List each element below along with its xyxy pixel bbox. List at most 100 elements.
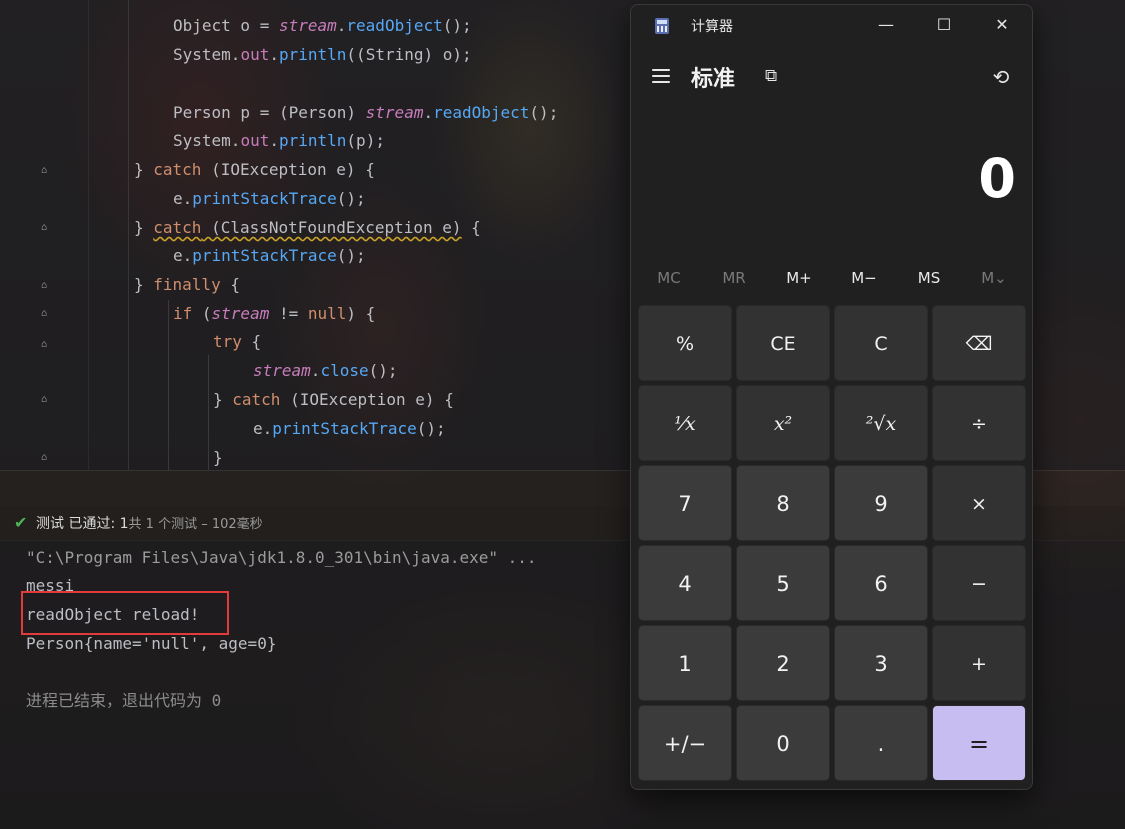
code-line: Object o = stream.readObject(); [173,13,472,39]
code-line: if (stream != null) { [173,301,375,327]
key-7[interactable]: 7 [638,465,732,541]
key-6[interactable]: 6 [834,545,928,621]
keep-on-top-icon[interactable]: ⧉ [765,66,785,86]
code-token: (); [336,189,366,208]
key-plus[interactable]: + [932,625,1026,701]
code-token: . [423,103,434,122]
memory-button-m[interactable]: M− [832,263,896,293]
gutter-border [88,0,89,470]
key-4[interactable]: 4 [638,545,732,621]
indent-guide [128,0,129,470]
key-minus[interactable]: − [932,545,1026,621]
key-2[interactable]: 2 [736,625,830,701]
code-line: System.out.println(p); [173,128,385,154]
code-token: } [134,160,154,179]
key-equals[interactable]: = [932,705,1026,781]
code-token: e. [173,189,193,208]
key-1[interactable]: 1 [638,625,732,701]
memory-button-ms[interactable]: MS [897,263,961,293]
fold-marker-icon[interactable]: ⌂ [38,165,50,176]
code-token: ( [192,304,212,323]
calculator-mode-title: 标准 [691,67,736,92]
code-line: } catch (ClassNotFoundException e) { [134,215,481,241]
key-ce[interactable]: CE [736,305,830,381]
key-square[interactable]: x² [736,385,830,461]
key-negate[interactable]: +/− [638,705,732,781]
fold-marker-icon[interactable]: ⌂ [38,222,50,233]
code-token: finally [153,275,221,294]
maximize-button[interactable]: ☐ [921,11,967,39]
code-token: readObject [433,103,530,122]
fold-marker-icon[interactable]: ⌂ [38,339,50,350]
calculator-app-icon [655,18,669,34]
key-reciprocal[interactable]: ¹⁄x [638,385,732,461]
fold-marker-icon[interactable]: ⌂ [38,308,50,319]
key-3[interactable]: 3 [834,625,928,701]
key-c[interactable]: C [834,305,928,381]
code-token: . [269,131,279,150]
memory-button-m[interactable]: M⌄ [962,263,1026,293]
code-token: } [213,390,233,409]
key-9[interactable]: 9 [834,465,928,541]
calculator-titlebar[interactable]: 计算器 — ☐ ✕ [631,5,1032,45]
fold-marker-icon[interactable]: ⌂ [38,280,50,291]
code-token: stream [278,16,337,35]
calculator-window[interactable]: 计算器 — ☐ ✕ 标准 ⧉ ⟲ 0 MC MR M+ M− MS M⌄ % CE C ⌫ ¹⁄x… [630,4,1033,790]
test-status-detail: 共 1 个测试 – 102毫秒 [128,517,263,532]
code-token: catch [153,160,202,179]
code-token: if [173,304,193,323]
code-line: } [213,445,223,471]
code-line: } catch (IOException e) { [134,157,375,183]
code-token: (); [529,103,559,122]
code-token: (IOException e) { [201,160,375,179]
code-token: { [461,218,481,237]
key-percent[interactable]: % [638,305,732,381]
code-token: printStackTrace [192,246,337,265]
key-5[interactable]: 5 [736,545,830,621]
memory-button-mc[interactable]: MC [637,263,701,293]
console-exit-message: 进程已结束，退出代码为 0 [26,691,222,710]
key-divide[interactable]: ÷ [932,385,1026,461]
key-backspace[interactable]: ⌫ [932,305,1026,381]
key-decimal[interactable]: . [834,705,928,781]
key-8[interactable]: 8 [736,465,830,541]
code-token: ) { [346,304,376,323]
code-line: Person p = (Person) stream.readObject(); [173,100,558,126]
code-token: printStackTrace [192,189,337,208]
code-token: stream [211,304,270,323]
menu-icon[interactable] [652,69,670,83]
minimize-button[interactable]: — [863,11,909,39]
history-icon[interactable]: ⟲ [989,65,1013,89]
code-token: println [278,45,347,64]
code-token: (IOException e) { [280,390,454,409]
code-token: (); [416,419,446,438]
code-token: catch [153,218,202,237]
code-token: . [310,361,321,380]
test-passed-count: 1 [119,516,129,532]
code-line: } catch (IOException e) { [213,387,454,413]
key-0[interactable]: 0 [736,705,830,781]
indent-guide [168,300,169,470]
code-line: } finally { [134,272,240,298]
code-token: readObject [346,16,443,35]
calculator-title: 计算器 [691,19,733,35]
close-button[interactable]: ✕ [979,11,1025,39]
code-token: println [278,131,347,150]
code-line: System.out.println((String) o); [173,42,472,68]
fold-marker-icon[interactable]: ⌂ [38,452,50,463]
code-token: printStackTrace [272,419,417,438]
code-token: try [213,332,242,351]
code-line: e.printStackTrace(); [173,186,366,212]
memory-button-mr[interactable]: MR [702,263,766,293]
code-token: System. [173,45,241,64]
memory-button-m+[interactable]: M+ [767,263,831,293]
key-multiply[interactable]: × [932,465,1026,541]
code-line: try { [213,329,261,355]
fold-marker-icon[interactable]: ⌂ [38,394,50,405]
code-token: out [240,45,270,64]
code-token: } [134,218,154,237]
code-token: null [307,304,347,323]
key-sqrt[interactable]: ²√x [834,385,928,461]
code-token: (); [442,16,472,35]
code-token: != [269,304,308,323]
